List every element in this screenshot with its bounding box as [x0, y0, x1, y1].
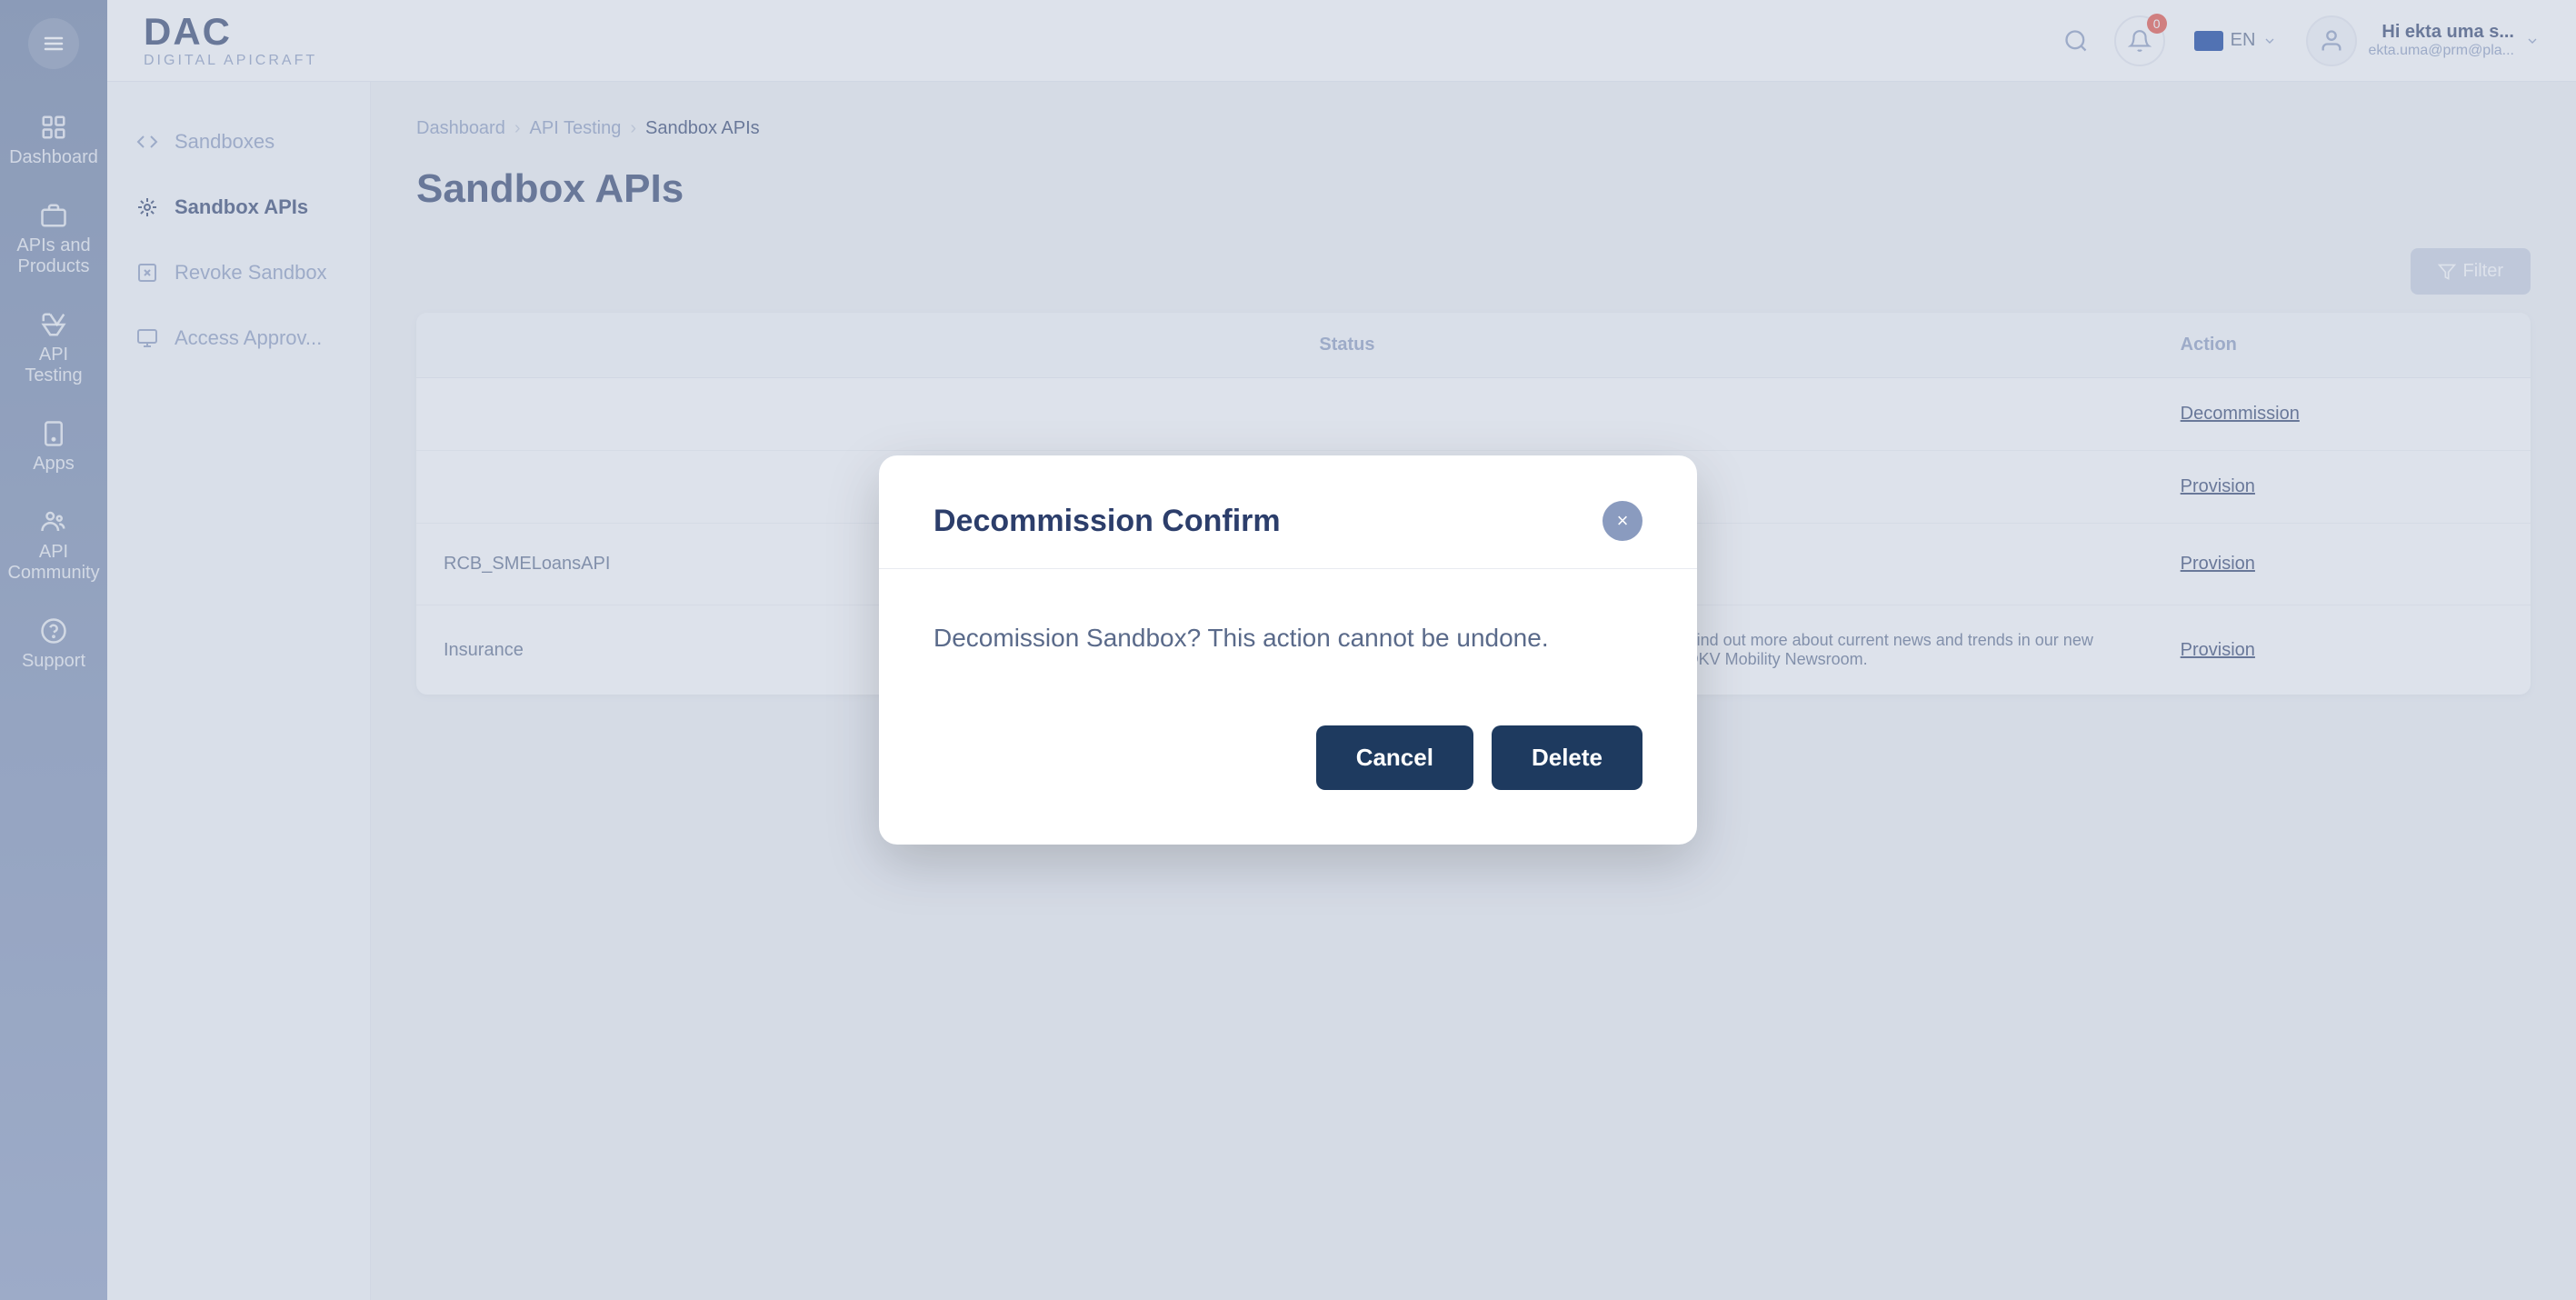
close-icon: ×	[1617, 509, 1629, 533]
modal-close-button[interactable]: ×	[1603, 501, 1642, 541]
modal-body: Decomission Sandbox? This action cannot …	[934, 605, 1642, 671]
cancel-button[interactable]: Cancel	[1316, 725, 1473, 790]
modal-header: Decommission Confirm ×	[934, 501, 1642, 541]
modal-divider	[879, 568, 1697, 569]
modal-message: Decomission Sandbox? This action cannot …	[934, 624, 1549, 652]
modal-overlay: Decommission Confirm × Decomission Sandb…	[0, 0, 2576, 1300]
modal-footer: Cancel Delete	[934, 725, 1642, 790]
delete-button[interactable]: Delete	[1492, 725, 1642, 790]
modal: Decommission Confirm × Decomission Sandb…	[879, 455, 1697, 845]
modal-title: Decommission Confirm	[934, 504, 1281, 539]
